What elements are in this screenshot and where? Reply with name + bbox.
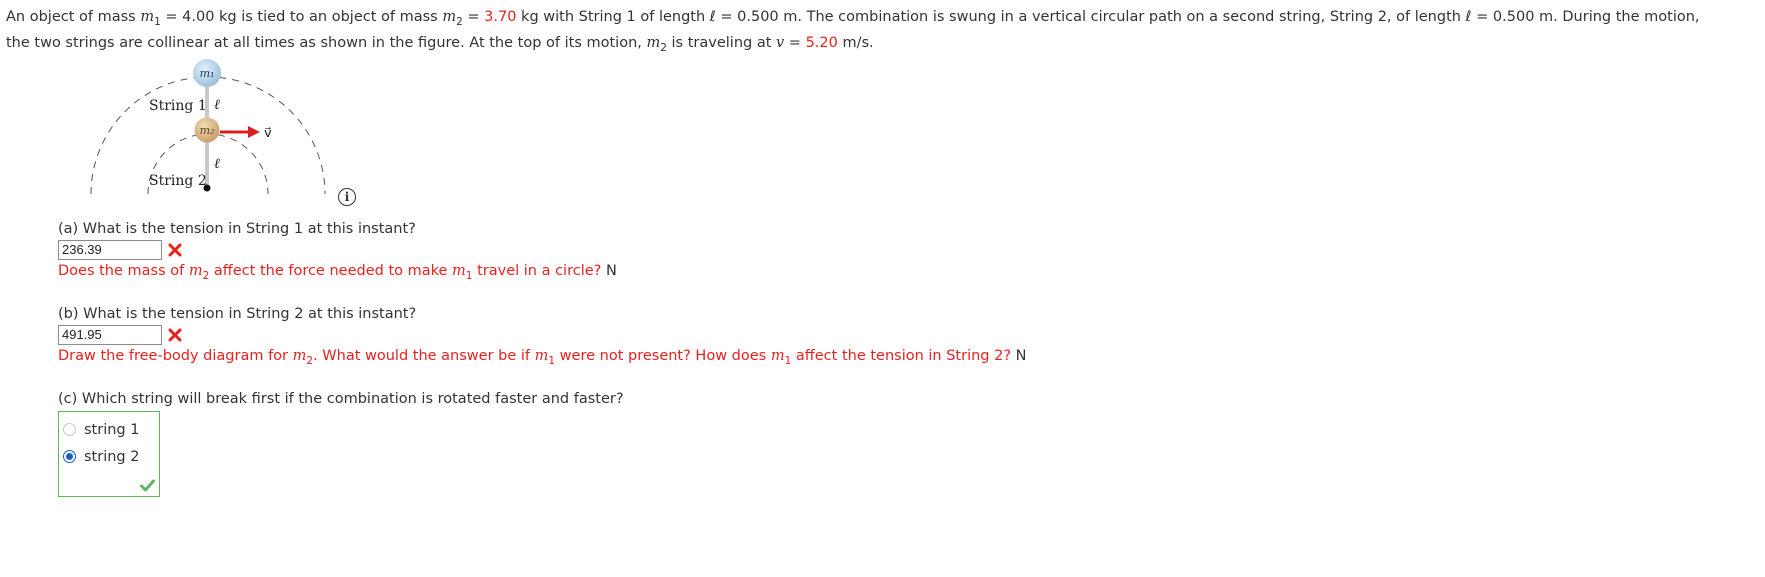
string-1-label: String 1 — [149, 98, 207, 114]
part-a-answer-input[interactable]: 236.39 — [58, 240, 162, 260]
physics-figure: m₁ m₂ v⃗ String 1 ℓ String 2 ℓ — [88, 54, 388, 234]
part-a-hint: Does the mass of m2 affect the force nee… — [58, 263, 617, 282]
info-icon[interactable]: i — [338, 188, 356, 206]
radio-string-1[interactable] — [63, 423, 76, 436]
problem-line-2: the two strings are collinear at all tim… — [6, 35, 874, 54]
part-c-question: (c) Which string will break first if the… — [58, 391, 624, 407]
string-2-label: String 2 — [149, 173, 207, 189]
ell-label-1: ℓ — [214, 97, 220, 113]
choice-string-1[interactable]: string 1 — [63, 416, 159, 443]
part-b-answer-input[interactable]: 491.95 — [58, 325, 162, 345]
m2-label: m₂ — [200, 124, 215, 137]
velocity-label: v⃗ — [264, 126, 272, 141]
m1-label: m₁ — [200, 67, 215, 80]
velocity-arrowhead — [248, 126, 260, 138]
problem-line-1: An object of mass m1 = 4.00 kg is tied t… — [6, 9, 1700, 28]
ell-label-2: ℓ — [214, 156, 220, 172]
m2-value: 3.70 — [484, 9, 517, 25]
x-icon — [168, 243, 182, 257]
choice-string-2-label: string 2 — [84, 448, 140, 465]
part-b: (b) What is the tension in String 2 at t… — [58, 304, 1027, 366]
part-a: (a) What is the tension in String 1 at t… — [58, 219, 617, 281]
v-value: 5.20 — [805, 35, 838, 51]
radio-string-2[interactable] — [63, 450, 76, 463]
figure-svg: m₁ m₂ v⃗ String 1 ℓ String 2 ℓ — [90, 59, 326, 195]
choice-string-2[interactable]: string 2 — [63, 443, 159, 470]
part-b-question: (b) What is the tension in String 2 at t… — [58, 306, 417, 322]
x-icon — [168, 328, 182, 342]
problem-statement: An object of mass m1 = 4.00 kg is tied t… — [6, 4, 1756, 56]
check-icon — [140, 479, 155, 492]
choice-string-1-label: string 1 — [84, 421, 140, 438]
part-b-hint: Draw the free-body diagram for m2. What … — [58, 348, 1027, 367]
part-a-question: (a) What is the tension in String 1 at t… — [58, 221, 416, 237]
part-a-answer-row: 236.39 — [58, 239, 617, 261]
part-c-choices: string 1 string 2 — [58, 411, 160, 497]
part-b-answer-row: 491.95 — [58, 324, 1027, 346]
part-c: (c) Which string will break first if the… — [58, 389, 624, 497]
